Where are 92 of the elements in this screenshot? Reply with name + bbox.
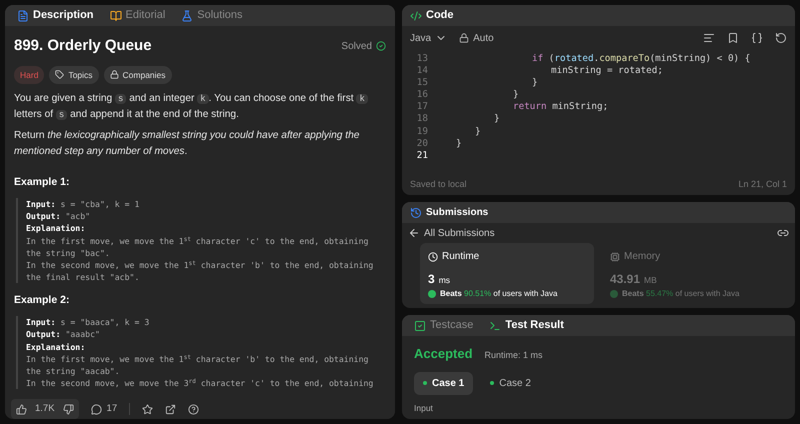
history-icon xyxy=(410,206,422,218)
beats-icon xyxy=(610,290,618,298)
explanation-text: In the first move, we move the 1$^{st}$ character 'c' to the end, obtaining the string "bac". xyxy=(26,234,370,260)
document-icon xyxy=(17,10,29,22)
clock-icon xyxy=(428,252,438,262)
stat-value: 43.91 xyxy=(610,271,640,288)
line-number: 21 xyxy=(416,150,428,162)
problem-paragraph: You are given a string s and an integer k . You can choose one of the first k letters of s and append it at the end of the string. xyxy=(14,91,386,124)
stat-value: 3 xyxy=(428,271,435,288)
stat-unit: MB xyxy=(644,274,657,287)
star-icon[interactable] xyxy=(142,404,154,414)
panel-tab[interactable]: Solutions xyxy=(177,7,247,24)
braces-icon[interactable] xyxy=(751,32,763,44)
language-select[interactable]: Java xyxy=(410,30,448,46)
explanation-text: In the first move, we move the 1$^{st}$ character 'b' to the end, obtaining the string "aacab". xyxy=(26,352,370,378)
lock-icon xyxy=(110,70,119,80)
code-line: return minString; xyxy=(513,101,608,114)
tag-button[interactable]: Topics xyxy=(49,66,99,84)
result-status: Accepted xyxy=(414,345,473,363)
tag-icon xyxy=(55,70,64,80)
difficulty-tag: Hard xyxy=(14,66,44,84)
tag-button[interactable]: Companies xyxy=(104,66,172,84)
explanation-text: In the second move, we move the 1$^{st}$ character 'b' to the end, obtaining the final result "acb". xyxy=(26,259,374,284)
line-number: 16 xyxy=(416,89,428,102)
line-number: 13 xyxy=(416,53,428,66)
comment-icon xyxy=(90,404,102,414)
code-icon xyxy=(410,10,422,22)
reset-icon[interactable] xyxy=(775,32,787,44)
line-number: 17 xyxy=(416,101,428,114)
output-text: Output: "aaabc" xyxy=(26,328,101,341)
help-icon[interactable] xyxy=(188,404,200,414)
code-line: if (rotated.compareTo(minString) < 0) { xyxy=(532,53,750,66)
mode-toggle[interactable]: Auto xyxy=(459,30,494,46)
stat-label: Runtime xyxy=(442,250,480,264)
output-text: Output: "acb" xyxy=(26,210,92,222)
line-number: 20 xyxy=(416,138,428,150)
example-title: Example 1: xyxy=(14,175,70,190)
code-line: minString = rotated; xyxy=(551,65,663,78)
checkbox-icon xyxy=(414,320,426,332)
beats-icon xyxy=(428,290,436,298)
cursor-position: Ln 21, Col 1 xyxy=(738,178,787,192)
flask-icon xyxy=(181,10,194,22)
explanation-label: Explanation: xyxy=(26,222,86,235)
input-label: Input xyxy=(414,402,434,414)
panel-tab[interactable]: Testcase xyxy=(410,317,478,334)
line-number: 14 xyxy=(416,65,428,78)
share-icon[interactable] xyxy=(165,404,176,414)
problem-title: 899. Orderly Queue xyxy=(14,36,152,56)
beats-text: Beats 55.47% of users with Java xyxy=(622,288,740,300)
stat-unit: ms xyxy=(438,274,450,287)
stat-card[interactable]: Runtime 3 ms Beats 90.51% of users with Java xyxy=(420,243,594,304)
terminal-icon xyxy=(489,320,502,332)
thumbs-up-icon[interactable] xyxy=(16,404,27,414)
solved-status: Solved xyxy=(341,40,372,54)
code-line: } xyxy=(494,113,500,126)
explanation-label: Explanation: xyxy=(26,340,86,353)
problem-paragraph: Return the lexicographically smallest string you could have after applying the mentioned step any number of moves. xyxy=(14,129,360,160)
code-line: } xyxy=(475,126,481,138)
like-count: 1.7K xyxy=(35,402,55,416)
check-icon xyxy=(376,41,386,52)
panel-tab[interactable]: Test Result xyxy=(485,317,568,334)
code-line: } xyxy=(532,77,538,90)
panel-title: Submissions xyxy=(426,206,488,220)
line-number: 15 xyxy=(416,77,428,90)
code-line: } xyxy=(513,89,519,102)
explanation-text: In the second move, we move the 3$^{rd}$ character 'c' to the end, obtaining xyxy=(26,377,374,390)
case-tab[interactable]: Case 1 xyxy=(414,372,474,394)
line-number: 18 xyxy=(416,113,428,126)
book-icon xyxy=(110,10,122,22)
panel-title: Code xyxy=(426,8,454,24)
all-submissions-link[interactable]: All Submissions xyxy=(424,226,495,240)
back-arrow-icon[interactable] xyxy=(408,227,420,239)
input-text: Input: s = "cba", k = 1 xyxy=(26,198,140,210)
lock-icon xyxy=(459,33,470,43)
comments-button[interactable]: 17 xyxy=(90,402,118,416)
code-line: } xyxy=(456,138,462,150)
format-icon[interactable] xyxy=(703,32,715,44)
thumbs-down-icon[interactable] xyxy=(62,404,74,414)
bookmark-icon[interactable] xyxy=(727,32,739,44)
link-icon[interactable] xyxy=(777,227,789,239)
chip-icon xyxy=(610,252,620,262)
runtime-text: Runtime: 1 ms xyxy=(484,349,543,362)
beats-text: Beats 90.51% of users with Java xyxy=(440,288,558,300)
example-title: Example 2: xyxy=(14,293,70,308)
save-status: Saved to local xyxy=(410,178,467,192)
input-text: Input: s = "baaca", k = 3 xyxy=(26,316,150,328)
stat-label: Memory xyxy=(624,250,660,264)
case-tab[interactable]: Case 2 xyxy=(481,372,540,394)
panel-tab[interactable]: Description xyxy=(13,7,98,24)
line-number: 19 xyxy=(416,126,428,138)
panel-tab[interactable]: Editorial xyxy=(106,7,170,24)
code-editor[interactable]: 13 if (rotated.compareTo(minString) < 0) { 14 minString = rotated; 15 } 16 } 17 return minString; 18 } 19 } 20 } 21 xyxy=(402,50,795,175)
